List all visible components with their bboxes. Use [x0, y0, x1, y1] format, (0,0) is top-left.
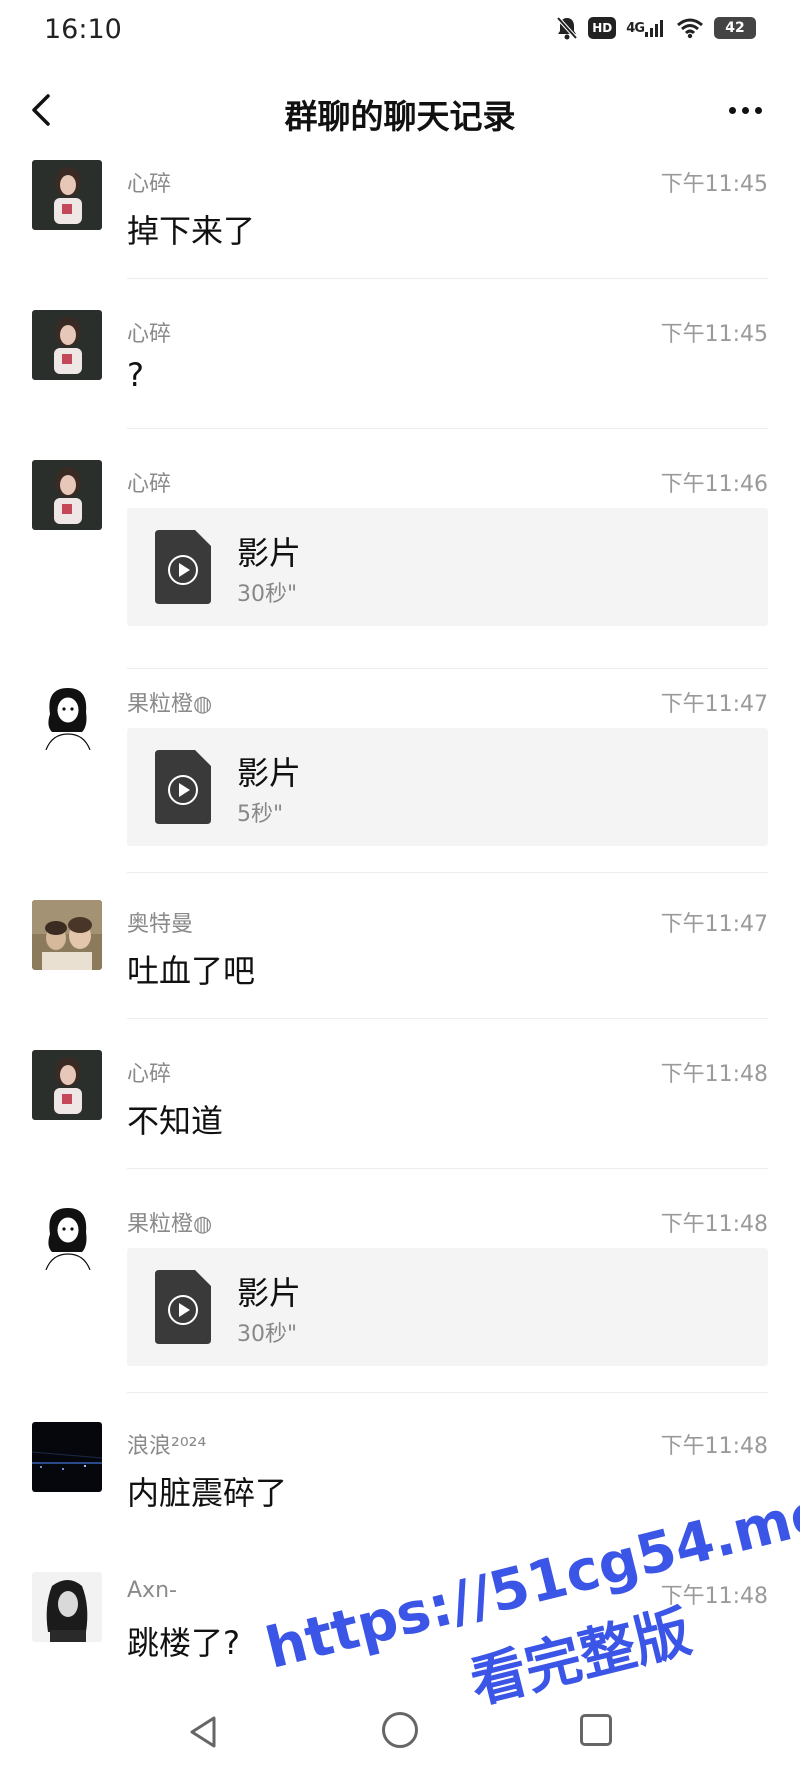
video-card[interactable]: 影片 30秒": [127, 1248, 768, 1366]
more-button[interactable]: [720, 90, 770, 130]
message-time: 下午11:48: [660, 1062, 768, 1087]
message-text: 跳楼了?: [127, 1624, 240, 1662]
divider: [127, 1168, 768, 1169]
avatar[interactable]: [32, 680, 102, 750]
network-label: 4G: [626, 20, 645, 36]
message-time: 下午11:48: [660, 1212, 768, 1237]
triangle-back-icon: [190, 1716, 216, 1748]
avatar[interactable]: [32, 1422, 102, 1492]
sender-name: 心碎: [127, 1062, 172, 1087]
sender-name: 果粒橙◍: [127, 1212, 213, 1237]
message-time: 下午11:46: [660, 472, 768, 497]
video-card[interactable]: 影片 30秒": [127, 508, 768, 626]
more-dot: [754, 106, 762, 114]
system-back-button[interactable]: [184, 1712, 224, 1752]
more-dot: [741, 106, 749, 114]
video-file-icon: [155, 750, 211, 824]
message-item[interactable]: 心碎 下午11:46 影片 30秒": [0, 460, 800, 670]
message-text: 掉下来了: [127, 212, 256, 250]
message-item[interactable]: 果粒橙◍ 下午11:48 影片 30秒": [0, 1200, 800, 1410]
avatar[interactable]: [32, 1050, 102, 1120]
video-duration: 30秒": [237, 582, 298, 607]
sender-name: 心碎: [127, 322, 172, 347]
video-file-icon: [155, 1270, 211, 1344]
message-time: 下午11:47: [660, 912, 768, 937]
avatar[interactable]: [32, 900, 102, 970]
video-duration: 30秒": [237, 1322, 298, 1347]
wifi-icon: [676, 17, 704, 39]
message-item[interactable]: 果粒橙◍ 下午11:47 影片 5秒": [0, 680, 800, 890]
divider: [127, 428, 768, 429]
divider: [127, 1392, 768, 1393]
network-type: 4G: [626, 18, 666, 38]
sender-name: 奥特曼: [127, 912, 194, 937]
signal-icon: [645, 20, 663, 37]
video-duration: 5秒": [237, 802, 284, 827]
message-item[interactable]: 奥特曼 下午11:47 吐血了吧: [0, 900, 800, 1040]
avatar[interactable]: [32, 310, 102, 380]
message-text: ?: [127, 356, 144, 394]
avatar[interactable]: [32, 1572, 102, 1642]
video-title: 影片: [237, 534, 302, 572]
status-time: 16:10: [44, 14, 122, 45]
sender-name: 浪浪²⁰²⁴: [127, 1434, 207, 1459]
message-text: 内脏震碎了: [127, 1474, 288, 1512]
system-recents-button[interactable]: [580, 1714, 612, 1746]
video-file-icon: [155, 530, 211, 604]
divider: [127, 278, 768, 279]
message-text: 吐血了吧: [127, 952, 256, 990]
message-item[interactable]: 心碎 下午11:45 ?: [0, 310, 800, 450]
message-time: 下午11:45: [660, 172, 768, 197]
avatar[interactable]: [32, 160, 102, 230]
video-title: 影片: [237, 1274, 302, 1312]
divider: [127, 668, 768, 669]
video-card[interactable]: 影片 5秒": [127, 728, 768, 846]
video-title: 影片: [237, 754, 302, 792]
nav-bar: 群聊的聊天记录: [0, 70, 800, 150]
message-item[interactable]: 心碎 下午11:45 掉下来了: [0, 160, 800, 300]
avatar[interactable]: [32, 460, 102, 530]
hd-badge: HD: [588, 17, 617, 39]
message-item[interactable]: 心碎 下午11:48 不知道: [0, 1050, 800, 1190]
status-bar: 16:10 HD 4G 42: [0, 0, 800, 62]
message-time: 下午11:45: [660, 322, 768, 347]
message-text: 不知道: [127, 1102, 224, 1140]
page-title: 群聊的聊天记录: [284, 97, 516, 136]
sender-name: 心碎: [127, 172, 172, 197]
bell-muted-icon: [556, 16, 578, 40]
sender-name: Axn-: [127, 1578, 177, 1603]
battery-indicator: 42: [714, 17, 756, 39]
divider: [127, 872, 768, 873]
status-icons: HD 4G 42: [556, 16, 756, 40]
more-dot: [728, 106, 736, 114]
sender-name: 心碎: [127, 472, 172, 497]
message-time: 下午11:47: [660, 692, 768, 717]
avatar[interactable]: [32, 1200, 102, 1270]
divider: [127, 1018, 768, 1019]
sender-name: 果粒橙◍: [127, 692, 213, 717]
